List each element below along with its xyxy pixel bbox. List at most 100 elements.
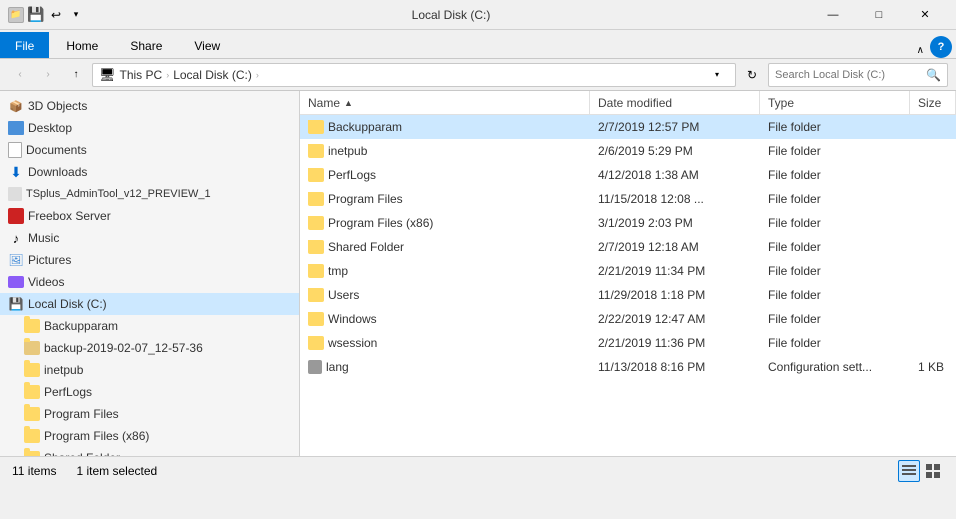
cell-date-inetpub: 2/6/2019 5:29 PM xyxy=(590,144,760,158)
table-row[interactable]: Backupparam 2/7/2019 12:57 PM File folde… xyxy=(300,115,956,139)
sidebar-item-desktop[interactable]: Desktop xyxy=(0,117,299,139)
sidebar-item-freebox[interactable]: Freebox Server xyxy=(0,205,299,227)
table-row[interactable]: Program Files (x86) 3/1/2019 2:03 PM Fil… xyxy=(300,211,956,235)
sidebar-item-3dobjects[interactable]: 📦 3D Objects xyxy=(0,95,299,117)
sidebar-item-localdisk[interactable]: 💾 Local Disk (C:) xyxy=(0,293,299,315)
search-icon: 🔍 xyxy=(926,68,941,82)
videos-icon xyxy=(8,276,24,288)
sidebar-item-programfiles-sub[interactable]: Program Files xyxy=(0,403,299,425)
sidebar-item-tsplus[interactable]: TSplus_AdminTool_v12_PREVIEW_1 xyxy=(0,183,299,205)
sidebar-item-programfilesx86-sub[interactable]: Program Files (x86) xyxy=(0,425,299,447)
search-input[interactable] xyxy=(775,69,926,81)
refresh-button[interactable]: ↻ xyxy=(740,63,764,87)
sidebar-label-programfilesx86-sub: Program Files (x86) xyxy=(44,429,149,443)
cell-date-windows: 2/22/2019 12:47 AM xyxy=(590,312,760,326)
sidebar-label-desktop: Desktop xyxy=(28,121,72,135)
sidebar-item-sharedfolder-sub[interactable]: Shared Folder xyxy=(0,447,299,456)
large-icons-view-button[interactable] xyxy=(922,460,944,482)
forward-button[interactable]: › xyxy=(36,63,60,87)
cell-type-backupparam: File folder xyxy=(760,120,910,134)
ribbon-tabs: File Home Share View ∧ ? xyxy=(0,30,956,58)
col-header-type[interactable]: Type xyxy=(760,91,910,114)
col-header-date[interactable]: Date modified xyxy=(590,91,760,114)
cell-date-programfiles: 11/15/2018 12:08 ... xyxy=(590,192,760,206)
cell-date-lang: 11/13/2018 8:16 PM xyxy=(590,360,760,374)
cell-name-lang: lang xyxy=(300,360,590,374)
cell-name-wsession: wsession xyxy=(300,336,590,350)
sidebar-item-pictures[interactable]: 🖼 Pictures xyxy=(0,249,299,271)
documents-icon xyxy=(8,142,22,158)
quick-access-down[interactable]: ▾ xyxy=(68,7,84,23)
cell-size-lang: 1 KB xyxy=(910,360,956,374)
table-row[interactable]: PerfLogs 4/12/2018 1:38 AM File folder xyxy=(300,163,956,187)
sidebar-item-music[interactable]: ♪ Music xyxy=(0,227,299,249)
minimize-button[interactable]: — xyxy=(810,0,856,30)
sidebar-item-backup2019[interactable]: backup-2019-02-07_12-57-36 xyxy=(0,337,299,359)
maximize-button[interactable]: □ xyxy=(856,0,902,30)
quick-access-undo[interactable]: ↩ xyxy=(48,7,64,23)
cell-name-programfilesx86: Program Files (x86) xyxy=(300,216,590,230)
sidebar-item-perflogs-sub[interactable]: PerfLogs xyxy=(0,381,299,403)
tab-home[interactable]: Home xyxy=(51,32,113,58)
table-row[interactable]: Program Files 11/15/2018 12:08 ... File … xyxy=(300,187,956,211)
address-part-thispc: This PC xyxy=(120,68,163,82)
column-headers: Name ▲ Date modified Type Size xyxy=(300,91,956,115)
sidebar-label-music: Music xyxy=(28,231,59,245)
ribbon-collapse-button[interactable]: ∧ xyxy=(911,43,930,58)
col-header-name[interactable]: Name ▲ xyxy=(300,91,590,114)
quick-access-save[interactable]: 💾 xyxy=(28,7,44,23)
up-button[interactable]: ↑ xyxy=(64,63,88,87)
cell-type-programfiles: File folder xyxy=(760,192,910,206)
folder-icon-programfiles-sub xyxy=(24,407,40,421)
sidebar-label-pictures: Pictures xyxy=(28,253,71,267)
sidebar-item-videos[interactable]: Videos xyxy=(0,271,299,293)
cell-type-users: File folder xyxy=(760,288,910,302)
sidebar-item-inetpub-sub[interactable]: inetpub xyxy=(0,359,299,381)
close-button[interactable]: ✕ xyxy=(902,0,948,30)
details-view-icon xyxy=(902,464,916,478)
tab-file[interactable]: File xyxy=(0,32,49,58)
sidebar-item-documents[interactable]: Documents xyxy=(0,139,299,161)
tab-view[interactable]: View xyxy=(179,32,235,58)
sidebar-item-downloads[interactable]: ⬇ Downloads xyxy=(0,161,299,183)
table-row[interactable]: Users 11/29/2018 1:18 PM File folder xyxy=(300,283,956,307)
table-row[interactable]: wsession 2/21/2019 11:36 PM File folder xyxy=(300,331,956,355)
cell-name-sharedfolder: Shared Folder xyxy=(300,240,590,254)
cell-type-lang: Configuration sett... xyxy=(760,360,910,374)
app-icon: 📁 xyxy=(8,7,24,23)
sidebar-label-perflogs-sub: PerfLogs xyxy=(44,385,92,399)
cell-date-programfilesx86: 3/1/2019 2:03 PM xyxy=(590,216,760,230)
cell-name-programfiles: Program Files xyxy=(300,192,590,206)
back-button[interactable]: ‹ xyxy=(8,63,32,87)
table-row[interactable]: Shared Folder 2/7/2019 12:18 AM File fol… xyxy=(300,235,956,259)
folder-icon-inetpub-sub xyxy=(24,363,40,377)
search-box[interactable]: 🔍 xyxy=(768,63,948,87)
cell-name-tmp: tmp xyxy=(300,264,590,278)
tab-share[interactable]: Share xyxy=(115,32,177,58)
title-bar-icons: 📁 💾 ↩ ▾ xyxy=(8,7,84,23)
table-row[interactable]: tmp 2/21/2019 11:34 PM File folder xyxy=(300,259,956,283)
folder-icon-perflogs-sub xyxy=(24,385,40,399)
sidebar-item-backupparam[interactable]: Backupparam xyxy=(0,315,299,337)
table-row[interactable]: Windows 2/22/2019 12:47 AM File folder xyxy=(300,307,956,331)
table-row[interactable]: inetpub 2/6/2019 5:29 PM File folder xyxy=(300,139,956,163)
address-field[interactable]: 🖥 This PC › Local Disk (C:) › ▾ xyxy=(92,63,736,87)
address-dropdown-button[interactable]: ▾ xyxy=(705,63,729,87)
address-chevron-1: › xyxy=(166,70,169,80)
details-view-button[interactable] xyxy=(898,460,920,482)
cell-name-perflogs: PerfLogs xyxy=(300,168,590,182)
cell-date-tmp: 2/21/2019 11:34 PM xyxy=(590,264,760,278)
cell-date-wsession: 2/21/2019 11:36 PM xyxy=(590,336,760,350)
table-row[interactable]: lang 11/13/2018 8:16 PM Configuration se… xyxy=(300,355,956,379)
desktop-icon xyxy=(8,121,24,135)
pictures-icon: 🖼 xyxy=(8,252,24,268)
cell-type-programfilesx86: File folder xyxy=(760,216,910,230)
freebox-icon xyxy=(8,208,24,224)
help-button[interactable]: ? xyxy=(930,36,952,58)
config-icon xyxy=(308,360,322,374)
folder-icon-backupparam xyxy=(24,319,40,333)
col-header-size[interactable]: Size xyxy=(910,91,956,114)
folder-icon-programfilesx86-sub xyxy=(24,429,40,443)
sidebar-label-3dobjects: 3D Objects xyxy=(28,99,87,113)
cell-name-users: Users xyxy=(300,288,590,302)
